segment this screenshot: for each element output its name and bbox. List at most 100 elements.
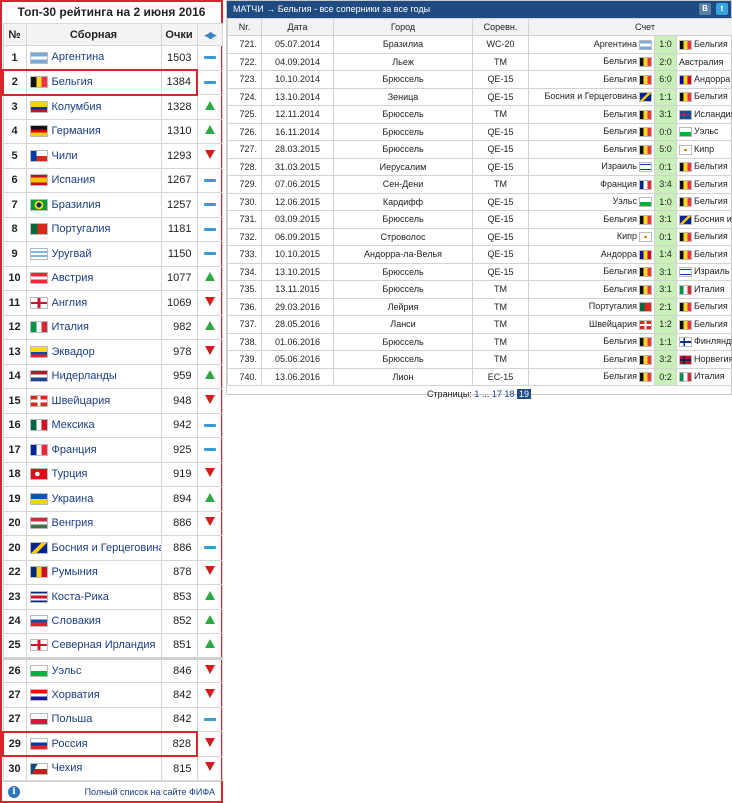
home-team[interactable]: Бельгия (528, 280, 655, 299)
ranking-row[interactable]: 26 Уэльс 846 (2, 656, 223, 683)
ranking-row[interactable]: 9 Уругвай 1150 (2, 241, 223, 267)
home-team-name[interactable]: Бельгия (603, 214, 637, 224)
match-score[interactable]: 3:4 (654, 175, 677, 194)
ranking-row[interactable]: 27 Польша 842 (2, 706, 223, 732)
team-name[interactable]: Северная Ирландия (52, 639, 156, 651)
away-team-name[interactable]: Норвегия (694, 354, 732, 364)
match-row[interactable]: 731. 03.09.2015 Брюссель QE-15 Бельгия 3:1 Бос… (227, 210, 732, 229)
team-name[interactable]: Польша (52, 713, 93, 725)
match-score[interactable]: 3:2 (654, 350, 677, 369)
home-team[interactable]: Бельгия (528, 367, 655, 386)
home-team[interactable]: Бельгия (528, 262, 655, 281)
home-team-name[interactable]: Бельгия (603, 126, 637, 136)
team-cell[interactable]: Испания (25, 167, 162, 193)
ranking-row[interactable]: 16 Мексика 942 (2, 412, 223, 438)
away-team[interactable]: Австралия (675, 52, 732, 71)
ranking-row[interactable]: 24 Словакия 852 (2, 608, 223, 634)
team-name[interactable]: Словакия (52, 615, 101, 627)
home-team[interactable]: Бельгия (528, 122, 655, 141)
home-team-name[interactable]: Бельгия (603, 336, 637, 346)
team-cell[interactable]: Бразилия (25, 192, 162, 218)
ranking-row[interactable]: 20 Босния и Герцеговина 886 (2, 535, 223, 561)
team-cell[interactable]: Венгрия (25, 510, 162, 536)
match-row[interactable]: 726. 16.11.2014 Брюссель QE-15 Бельгия 0:0 Уэл… (227, 122, 732, 141)
away-team-name[interactable]: Бельгия (694, 231, 728, 241)
match-row[interactable]: 723. 10.10.2014 Брюссель QE-15 Бельгия 6:0 Анд… (227, 70, 732, 89)
away-team[interactable]: Италия (675, 367, 732, 386)
away-team[interactable]: Босния и Герцеговина (675, 210, 732, 229)
ranking-row[interactable]: 3 Колумбия 1328 (2, 94, 223, 120)
home-team[interactable]: Босния и Герцеговина (528, 87, 655, 106)
ranking-row[interactable]: 13 Эквадор 978 (2, 339, 223, 365)
away-team[interactable]: Финляндия (675, 332, 732, 351)
match-score[interactable]: 1:4 (654, 245, 677, 264)
home-team-name[interactable]: Бельгия (603, 74, 637, 84)
team-name[interactable]: Венгрия (52, 517, 94, 529)
team-name[interactable]: Бельгия (52, 76, 93, 88)
match-score[interactable]: 2:1 (654, 297, 677, 316)
match-row[interactable]: 729. 07.06.2015 Сен-Дени TM Франция 3:4 Бельги… (227, 175, 732, 194)
match-row[interactable]: 735. 13.11.2015 Брюссель TM Бельгия 3:1 Италия (227, 280, 732, 299)
away-team[interactable]: Норвегия (675, 350, 732, 369)
match-row[interactable]: 724. 13.10.2014 Зеница QE-15 Босния и Герцег… (227, 87, 732, 106)
match-row[interactable]: 728. 31.03.2015 Иерусалим QE-15 Израиль 0:1 Бе… (227, 157, 732, 176)
match-score[interactable]: 0:2 (654, 367, 677, 386)
home-team-name[interactable]: Бельгия (603, 266, 637, 276)
away-team[interactable]: Бельгия (675, 297, 732, 316)
team-cell[interactable]: Чехия (25, 755, 162, 781)
away-team-name[interactable]: Италия (694, 284, 725, 294)
match-score[interactable]: 3:1 (654, 280, 677, 299)
team-cell[interactable]: Колумбия (25, 94, 162, 120)
team-name[interactable]: Украина (52, 493, 94, 505)
ranking-row[interactable]: 12 Италия 982 (2, 314, 223, 340)
home-team[interactable]: Бельгия (528, 105, 655, 124)
team-cell[interactable]: Турция (25, 461, 162, 487)
match-score[interactable]: 3:1 (654, 262, 677, 281)
away-team[interactable]: Андорра (675, 70, 732, 89)
match-row[interactable]: 732. 06.09.2015 Строволос QE-15 Кипр 0:1 Бельг… (227, 227, 732, 246)
col-header-change[interactable]: ◀▶ (196, 23, 223, 46)
team-name[interactable]: Италия (52, 321, 89, 333)
away-team-name[interactable]: Финляндия (694, 336, 732, 346)
home-team[interactable]: Португалия (528, 297, 655, 316)
team-name[interactable]: Австрия (52, 272, 94, 284)
team-cell[interactable]: Австрия (25, 265, 162, 291)
home-team[interactable]: Бельгия (528, 350, 655, 369)
match-score[interactable]: 1:1 (654, 332, 677, 351)
away-team[interactable]: Уэльс (675, 122, 732, 141)
match-row[interactable]: 737. 28.05.2016 Ланси TM Швейцария 1:2 Бельгия (227, 315, 732, 334)
team-name[interactable]: Швейцария (52, 395, 111, 407)
match-score[interactable]: 1:2 (654, 315, 677, 334)
home-team-name[interactable]: Андорра (601, 249, 637, 259)
match-score[interactable]: 5:0 (654, 140, 677, 159)
match-score[interactable]: 0:1 (654, 157, 677, 176)
ranking-row[interactable]: 8 Португалия 1181 (2, 216, 223, 242)
away-team[interactable]: Италия (675, 280, 732, 299)
ranking-row[interactable]: 15 Швейцария 948 (2, 388, 223, 414)
match-row[interactable]: 730. 12.06.2015 Кардифф QE-15 Уэльс 1:0 Бельги… (227, 192, 732, 211)
match-score[interactable]: 3:1 (654, 105, 677, 124)
match-row[interactable]: 727. 28.03.2015 Брюссель QE-15 Бельгия 5:0 Кип… (227, 140, 732, 159)
team-cell[interactable]: Аргентина (25, 45, 162, 71)
team-cell[interactable]: Польша (25, 706, 162, 732)
team-name[interactable]: Уругвай (52, 248, 92, 260)
away-team-name[interactable]: Бельгия (694, 196, 728, 206)
team-cell[interactable]: Германия (25, 118, 162, 144)
away-team-name[interactable]: Австралия (679, 57, 723, 67)
ranking-row[interactable]: 4 Германия 1310 (2, 118, 223, 144)
match-row[interactable]: 725. 12.11.2014 Брюссель TM Бельгия 3:1 Исланд… (227, 105, 732, 124)
match-row[interactable]: 740. 13.06.2016 Лион EC-15 Бельгия 0:2 Италия (227, 367, 732, 386)
away-team-name[interactable]: Бельгия (694, 179, 728, 189)
team-name[interactable]: Франция (52, 444, 97, 456)
ranking-row[interactable]: 11 Англия 1069 (2, 290, 223, 316)
match-score[interactable]: 1:1 (654, 87, 677, 106)
away-team[interactable]: Израиль (675, 262, 732, 281)
team-cell[interactable]: Словакия (25, 608, 162, 634)
match-row[interactable]: 722. 04.09.2014 Льеж TM Бельгия 2:0 Австралия (227, 52, 732, 71)
team-name[interactable]: Босния и Герцеговина (52, 542, 161, 554)
home-team-name[interactable]: Израиль (601, 161, 637, 171)
team-cell[interactable]: Хорватия (25, 682, 162, 708)
team-name[interactable]: Хорватия (52, 689, 100, 701)
home-team-name[interactable]: Бельгия (603, 144, 637, 154)
home-team[interactable]: Бельгия (528, 332, 655, 351)
